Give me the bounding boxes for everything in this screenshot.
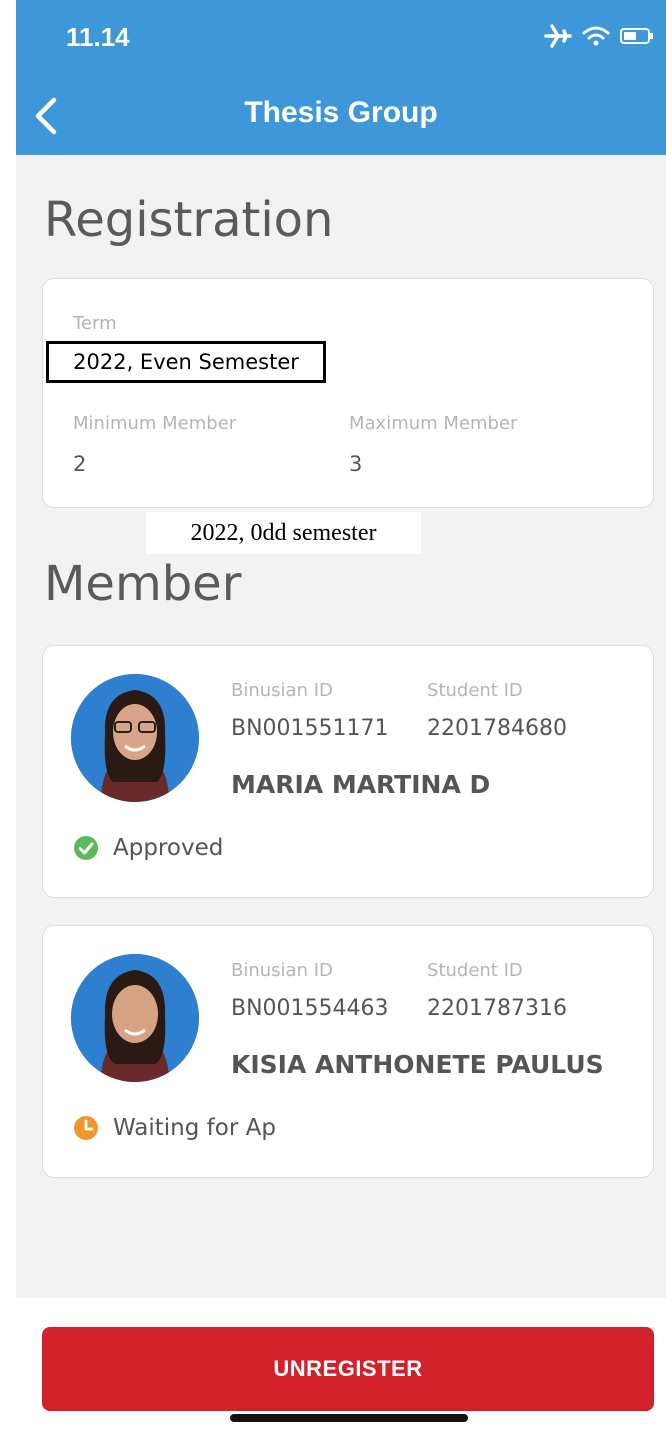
- minimum-member-label: Minimum Member: [73, 413, 237, 434]
- status-time: 11.14: [66, 22, 130, 52]
- student-id-label: Student ID: [427, 680, 523, 701]
- wifi-icon: [582, 26, 610, 46]
- registration-heading: Registration: [44, 192, 334, 248]
- member-status: Waiting for Ap: [73, 1115, 276, 1141]
- member-name: MARIA MARTINA D: [231, 770, 491, 799]
- term-value-box: 2022, Even Semester: [46, 341, 326, 383]
- student-id-value: 2201784680: [427, 716, 567, 741]
- term-label: Term: [73, 313, 117, 334]
- member-name: KISIA ANTHONETE PAULUS: [231, 1050, 604, 1079]
- member-heading: Member: [44, 556, 242, 612]
- registration-card: Term Minimum Member 2 Maximum Member 3: [42, 278, 654, 508]
- maximum-member-label: Maximum Member: [349, 413, 518, 434]
- member-card[interactable]: Binusian ID Student ID BN001554463 22017…: [42, 925, 654, 1178]
- app-screen: 11.14 Thesis Group Registration Term Min…: [16, 0, 666, 1440]
- status-text: Approved: [113, 835, 224, 861]
- header-bar: 11.14 Thesis Group: [16, 0, 666, 155]
- avatar: [71, 954, 199, 1082]
- check-circle-icon: [74, 836, 98, 860]
- page-title: Thesis Group: [244, 96, 438, 129]
- status-icons: [544, 24, 654, 48]
- battery-icon: [620, 28, 653, 44]
- binusian-id-value: BN001554463: [231, 996, 389, 1021]
- student-id-label: Student ID: [427, 960, 523, 981]
- home-indicator: [230, 1414, 468, 1422]
- status-text: Waiting for Ap: [113, 1115, 276, 1141]
- member-status: Approved: [73, 835, 223, 861]
- student-id-value: 2201787316: [427, 996, 567, 1021]
- avatar: [71, 674, 199, 802]
- binusian-id-value: BN001551171: [231, 716, 389, 741]
- binusian-id-label: Binusian ID: [231, 960, 333, 981]
- maximum-member-value: 3: [349, 452, 363, 476]
- unregister-button[interactable]: UNREGISTER: [42, 1327, 654, 1411]
- binusian-id-label: Binusian ID: [231, 680, 333, 701]
- member-card[interactable]: Binusian ID Student ID BN001551171 22017…: [42, 645, 654, 898]
- minimum-member-value: 2: [73, 452, 87, 476]
- clock-icon: [74, 1116, 98, 1140]
- annotation-note: 2022, 0dd semester: [146, 512, 421, 554]
- airplane-icon: [544, 24, 572, 48]
